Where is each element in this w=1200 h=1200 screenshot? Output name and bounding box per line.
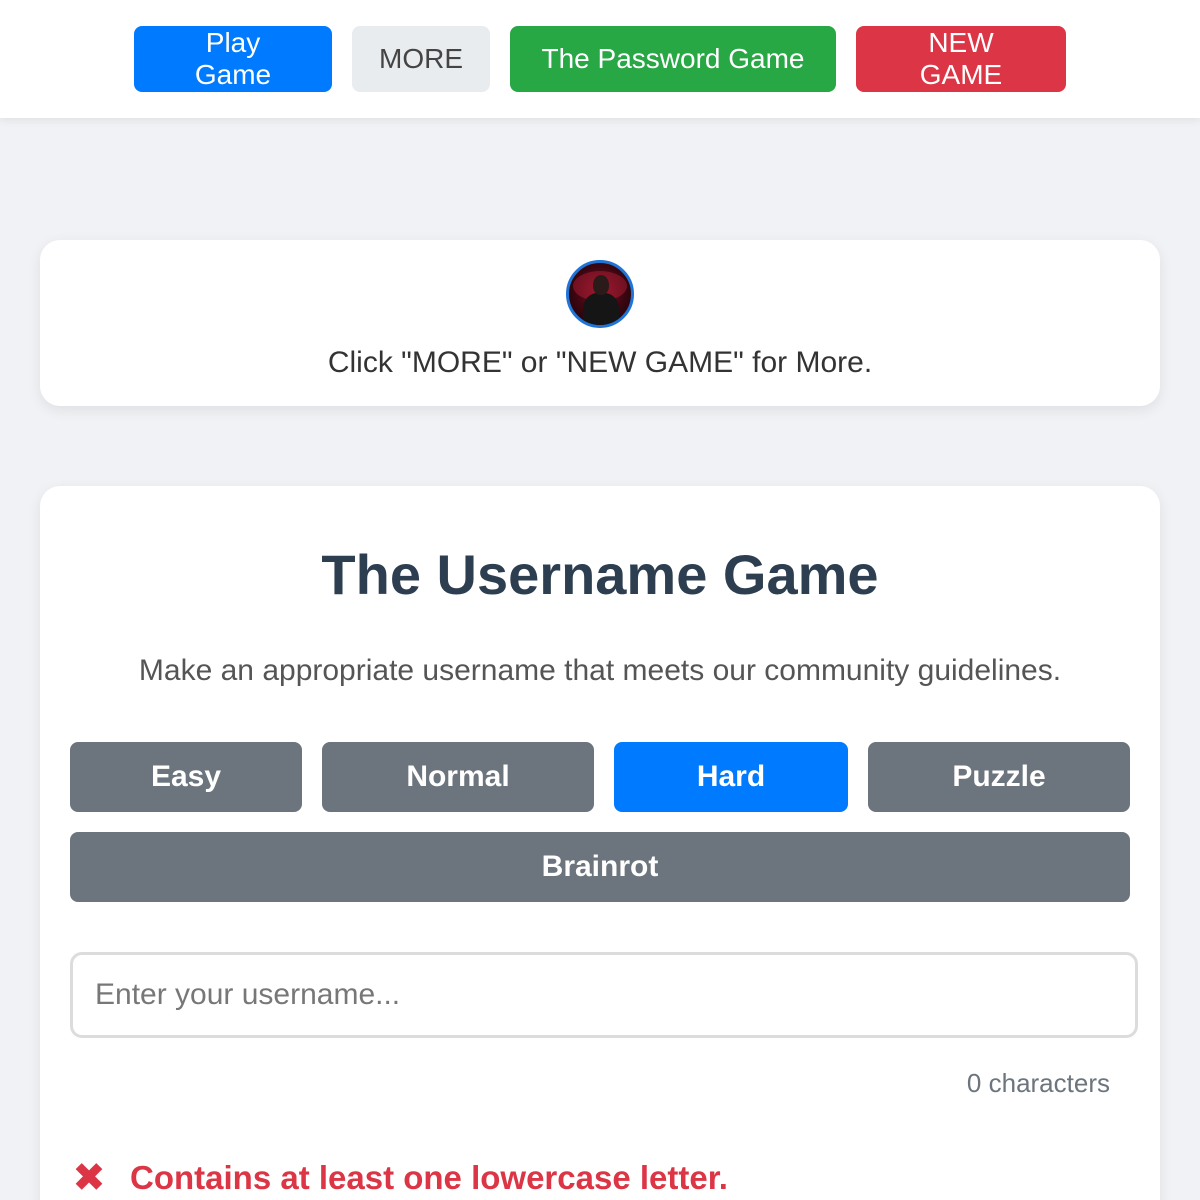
game-title: The Username Game	[321, 543, 879, 606]
new-game-button[interactable]: NEW GAME	[856, 26, 1066, 92]
difficulty-normal-button[interactable]: Normal	[322, 742, 594, 812]
top-nav-bar: Play Game MORE The Password Game NEW GAM…	[0, 0, 1200, 118]
rule-text: Contains at least one lowercase letter.	[130, 1159, 728, 1196]
character-count: 0 characters	[966, 1068, 1110, 1098]
difficulty-brainrot-button[interactable]: Brainrot	[70, 832, 1130, 902]
password-game-button[interactable]: The Password Game	[510, 26, 836, 92]
info-card: Click "MORE" or "NEW GAME" for More.	[40, 240, 1160, 406]
difficulty-easy-button[interactable]: Easy	[70, 742, 302, 812]
play-game-button[interactable]: Play Game	[134, 26, 332, 92]
game-subtitle: Make an appropriate username that meets …	[138, 654, 1062, 687]
more-button[interactable]: MORE	[352, 26, 490, 92]
avatar	[566, 260, 634, 328]
info-message: Click "MORE" or "NEW GAME" for More.	[327, 346, 873, 379]
rule-item: ✖ Contains at least one lowercase letter…	[70, 1158, 728, 1198]
difficulty-hard-button[interactable]: Hard	[614, 742, 848, 812]
x-icon: ✖	[72, 1156, 106, 1200]
username-input[interactable]	[70, 952, 1138, 1038]
game-card: The Username Game Make an appropriate us…	[40, 486, 1160, 1200]
difficulty-puzzle-button[interactable]: Puzzle	[868, 742, 1130, 812]
